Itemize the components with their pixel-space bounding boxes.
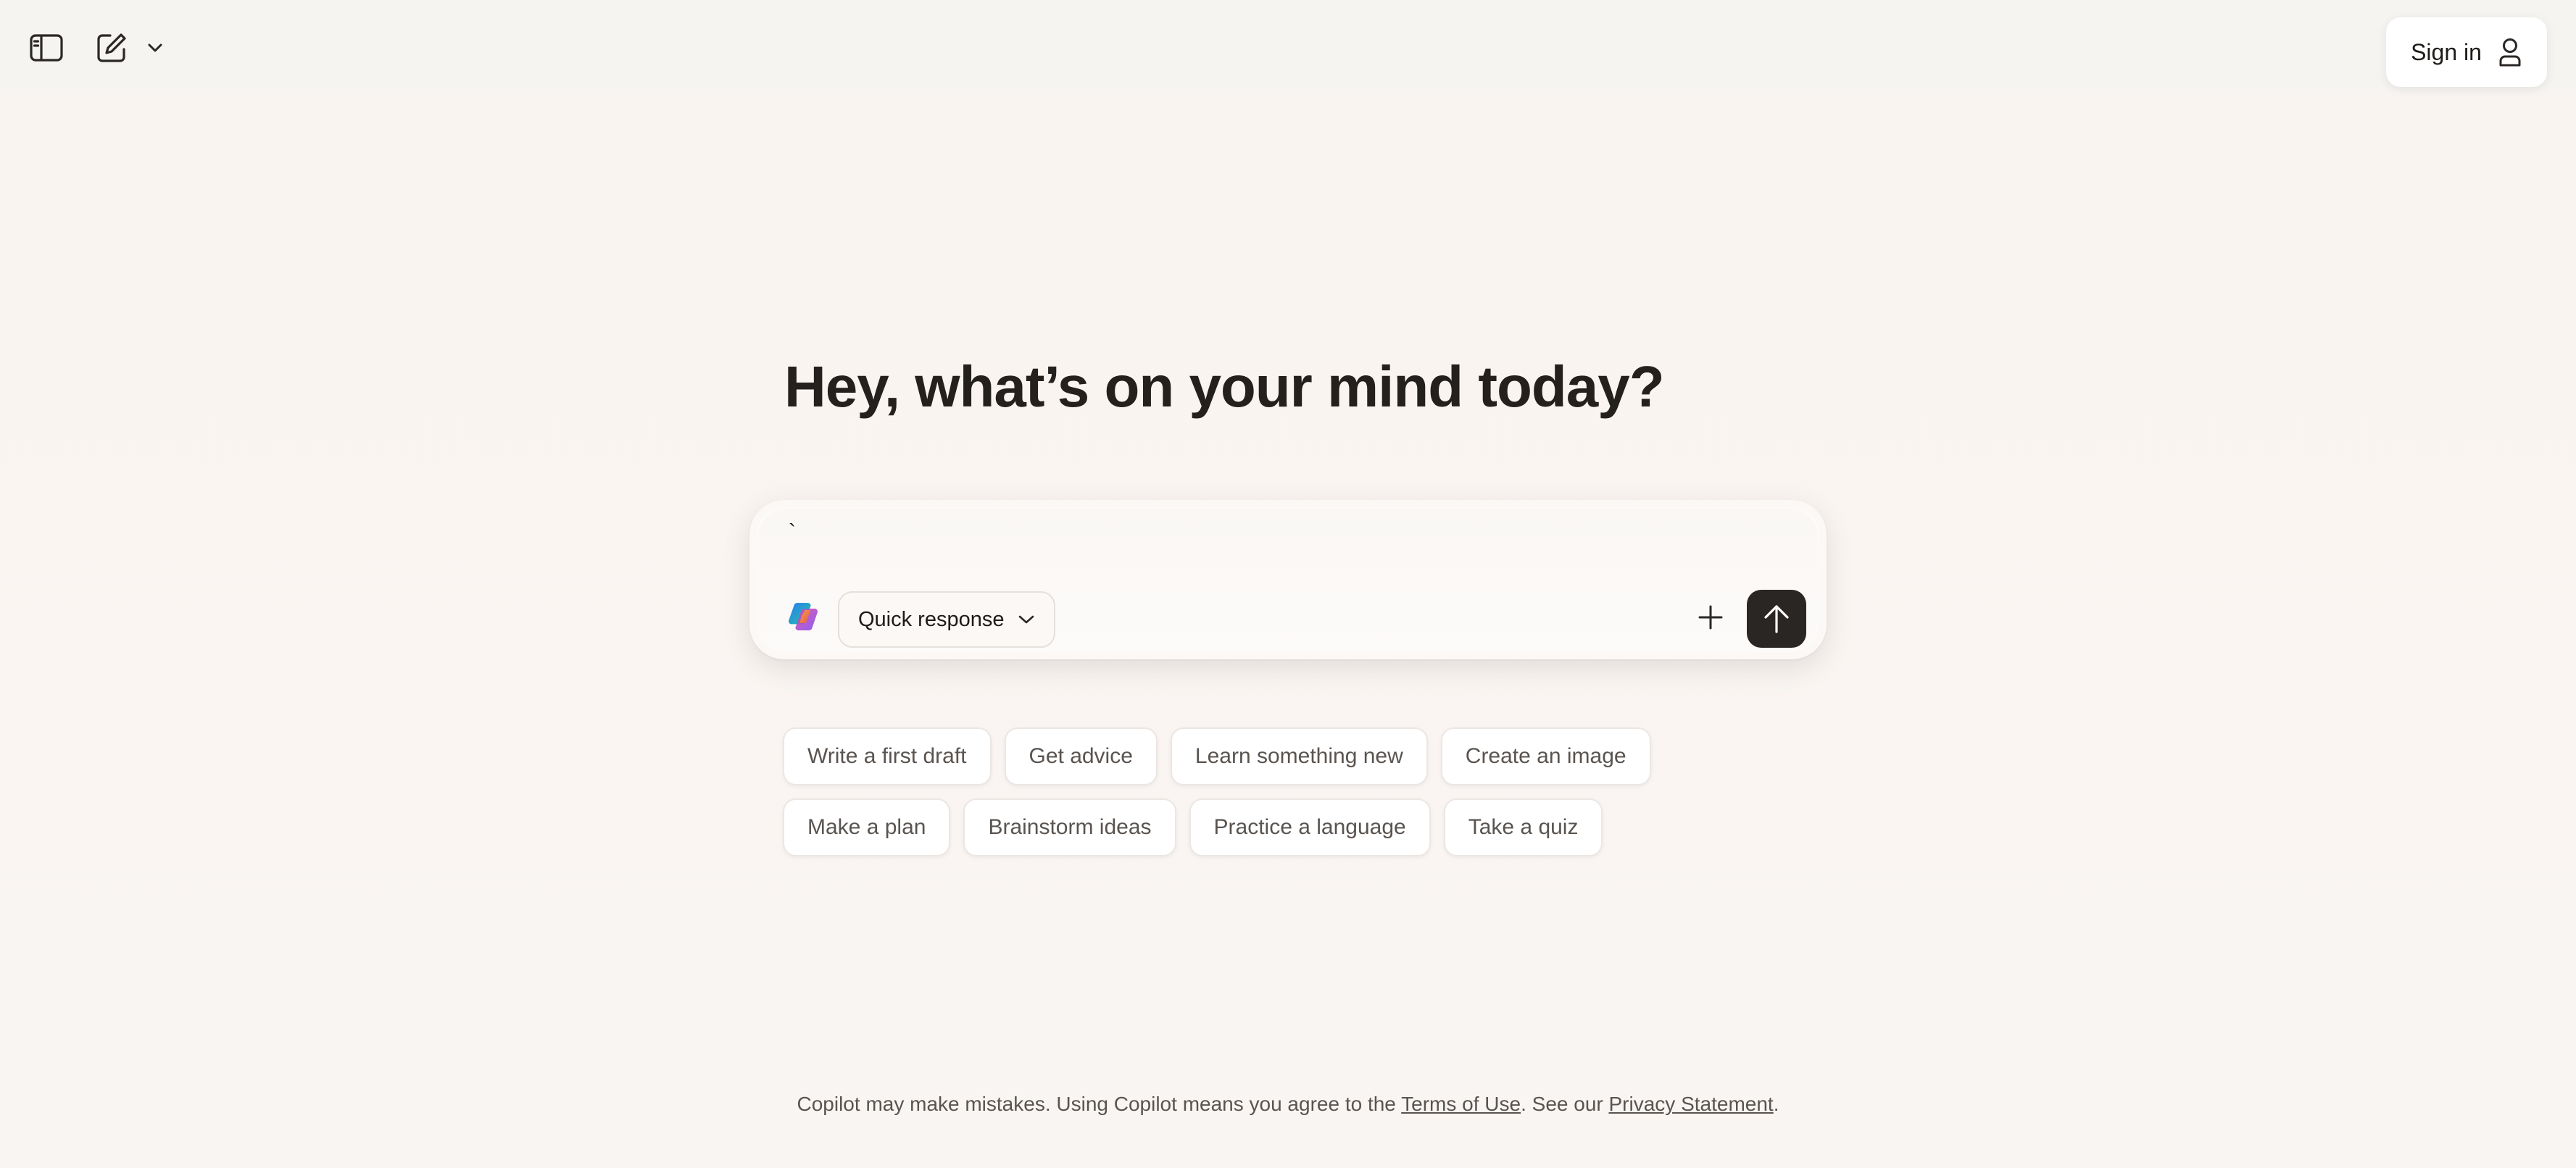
topbar-left <box>26 28 170 68</box>
terms-of-use-link[interactable]: Terms of Use <box>1401 1093 1521 1115</box>
privacy-statement-link[interactable]: Privacy Statement <box>1609 1093 1774 1115</box>
copilot-home: Sign in Hey, what’s on your mind today? … <box>0 0 2576 1168</box>
disclaimer-footer: Copilot may make mistakes. Using Copilot… <box>0 1093 2576 1116</box>
sidebar-icon <box>30 34 63 62</box>
suggestion-chips: Write a first draft Get advice Learn som… <box>783 727 1798 869</box>
response-mode-label: Quick response <box>858 607 1005 631</box>
suggestion-get-advice[interactable]: Get advice <box>1004 727 1158 785</box>
suggestion-create-image[interactable]: Create an image <box>1440 727 1651 785</box>
chevron-down-icon <box>148 43 162 52</box>
new-chat-menu-button[interactable] <box>141 28 170 68</box>
disclaimer-text-end: . <box>1773 1093 1779 1115</box>
page-title: Hey, what’s on your mind today? <box>784 354 1665 419</box>
suggestion-learn-something-new[interactable]: Learn something new <box>1170 727 1428 785</box>
copilot-logo <box>788 603 818 630</box>
arrow-up-icon <box>1764 605 1789 633</box>
suggestion-row-1: Write a first draft Get advice Learn som… <box>783 727 1798 785</box>
chevron-down-icon <box>1018 615 1034 624</box>
sidebar-toggle-button[interactable] <box>26 28 67 68</box>
disclaimer-text-middle: . See our <box>1521 1093 1609 1115</box>
new-chat-button[interactable] <box>91 28 132 68</box>
sign-in-button[interactable]: Sign in <box>2386 17 2547 87</box>
suggestion-practice-language[interactable]: Practice a language <box>1189 798 1431 856</box>
add-attachment-button[interactable] <box>1689 596 1732 639</box>
send-button[interactable] <box>1747 590 1806 648</box>
compose-icon <box>97 33 126 62</box>
suggestion-take-quiz[interactable]: Take a quiz <box>1443 798 1603 856</box>
person-icon <box>2499 38 2521 67</box>
response-mode-select[interactable]: Quick response <box>838 591 1055 648</box>
suggestion-row-2: Make a plan Brainstorm ideas Practice a … <box>783 798 1798 856</box>
composer-body: ` Quick response <box>758 509 1818 651</box>
plus-icon <box>1698 605 1723 630</box>
suggestion-write-first-draft[interactable]: Write a first draft <box>783 727 992 785</box>
sign-in-label: Sign in <box>2411 38 2482 65</box>
suggestion-brainstorm-ideas[interactable]: Brainstorm ideas <box>963 798 1176 856</box>
message-input[interactable]: ` <box>789 520 796 545</box>
message-composer: ` Quick response <box>749 500 1827 659</box>
disclaimer-text: Copilot may make mistakes. Using Copilot… <box>797 1093 1402 1115</box>
suggestion-make-plan[interactable]: Make a plan <box>783 798 951 856</box>
